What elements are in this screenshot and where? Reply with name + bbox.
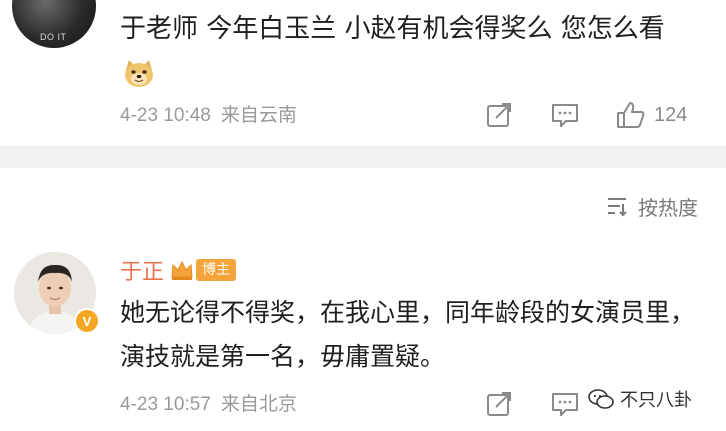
wechat-watermark: 不只八卦 [588,386,692,412]
like-button[interactable]: 124 [616,98,687,132]
comment-text: 她无论得不得奖，在我心里，同年龄段的女演员里，演技就是第一名，毋庸置疑。 [120,298,696,371]
comment-icon [552,104,578,127]
author-name[interactable]: 于正 [120,254,164,286]
comment-button[interactable] [551,387,579,421]
comment-item: DO IT 于老师 今年白玉兰 小赵有机会得奖么 您怎么看 4-23 10:48… [0,0,726,146]
comment-location: 来自云南 [220,104,297,126]
share-icon [487,103,511,127]
blogger-badge: 博主 [196,259,237,281]
comment-location: 来自北京 [220,393,297,415]
comment-text: 于老师 今年白玉兰 小赵有机会得奖么 您怎么看 [120,6,690,98]
comment-meta: 4-23 10:48 来自云南 [120,98,297,132]
thumbs-up-icon [617,102,645,128]
weibo-comment-thread: DO IT 于老师 今年白玉兰 小赵有机会得奖么 您怎么看 4-23 10:48… [0,0,726,431]
comment-button[interactable] [551,98,579,132]
share-icon [487,392,511,416]
crown-icon [171,260,193,280]
comment-time: 4-23 10:48 [120,105,211,126]
wechat-icon [588,389,614,409]
sort-icon [608,198,627,217]
share-button[interactable] [486,98,512,132]
avatar[interactable]: DO IT [12,0,96,48]
share-button[interactable] [486,387,512,421]
doge-emoji-icon [125,60,153,87]
sort-button[interactable]: 按热度 [606,190,698,222]
avatar-watermark: DO IT [40,32,67,42]
like-count: 124 [654,103,688,126]
comment-actions: 124 [476,98,726,132]
section-divider [0,146,726,168]
comment-body: 于老师 今年白玉兰 小赵有机会得奖么 您怎么看 [120,14,665,44]
verified-badge: V [74,308,100,334]
sort-label: 按热度 [638,195,698,220]
author-row: 于正 博主 [120,253,237,287]
comment-icon [552,393,578,416]
watermark-text: 不只八卦 [620,390,692,411]
comment-meta: 4-23 10:57 来自北京 [120,387,297,421]
comment-time: 4-23 10:57 [120,394,211,415]
